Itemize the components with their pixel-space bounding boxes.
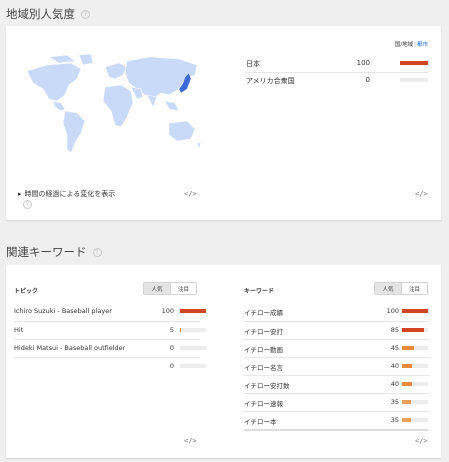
region-granularity-switch: 国/地域|都市 (395, 40, 428, 48)
keywords-sort-toggle: 人気 注目 (374, 282, 428, 295)
keyword-row-bar-fill (402, 328, 425, 332)
keyword-row-label: イチロー名言 (244, 364, 283, 372)
topic-row-label: Hideki Matsui - Baseball outfielder (14, 344, 126, 352)
topic-row-bar-track (180, 328, 206, 332)
topic-row[interactable]: Hideki Matsui - Baseball outfielder 0 (14, 339, 206, 356)
keyword-row-value: 45 (390, 344, 399, 352)
related-section-title: 関連キーワード ? (6, 244, 102, 260)
region-bar-track (400, 61, 428, 65)
keyword-row[interactable]: イチロー安打 85 (244, 321, 430, 338)
keyword-row-bar-fill (402, 382, 413, 386)
region-name: 日本 (246, 60, 260, 68)
topic-row-bar-fill (180, 309, 206, 313)
region-row[interactable]: アメリカ合衆国 0 (246, 76, 428, 88)
keyword-row-value: 40 (390, 380, 399, 388)
keyword-row-label: イチロー本 (244, 418, 277, 426)
topic-row-value: 100 (161, 307, 174, 315)
city-toggle[interactable]: 都市 (417, 42, 428, 48)
keyword-row-label: イチロー安打数 (244, 382, 290, 390)
help-icon[interactable]: ? (92, 247, 102, 257)
region-value: 100 (356, 59, 370, 67)
history-toggle[interactable]: ▸ 時間の経過による変化を表示 (18, 189, 115, 199)
related-title-text: 関連キーワード (6, 245, 87, 259)
embed-code-icon[interactable]: </> (184, 190, 197, 198)
keywords-header: キーワード (244, 288, 275, 295)
keyword-row-bar-fill (402, 364, 413, 368)
keyword-row-bar-fill (402, 400, 412, 404)
keyword-row-bar-track (402, 328, 428, 332)
keyword-row-value: 35 (390, 416, 399, 424)
topic-row-bar-track (180, 309, 206, 313)
keyword-row-bar-fill (402, 418, 412, 422)
keyword-row-value: 85 (390, 326, 399, 334)
keyword-row[interactable]: イチロー速報 35 (244, 393, 430, 410)
topic-row-bar-fill (180, 328, 182, 332)
keyword-row-bar-fill (402, 309, 428, 313)
help-icon[interactable]: ? (81, 9, 90, 19)
help-icon[interactable]: ? (23, 200, 32, 209)
keyword-row-label: イチロー安打 (244, 328, 283, 336)
country-toggle[interactable]: 国/地域 (395, 42, 413, 48)
keyword-row[interactable]: イチロー動画 45 (244, 339, 430, 356)
region-value: 0 (365, 76, 370, 84)
keyword-row[interactable]: イチロー成績 100 (244, 303, 430, 320)
topic-row-bar-track (180, 364, 206, 368)
topic-row[interactable]: 0 (14, 357, 206, 374)
keyword-row[interactable]: イチロー名言 40 (244, 357, 430, 374)
topic-row-bar-track (180, 346, 206, 350)
keyword-row-bar-track (402, 346, 428, 350)
topic-row-value: 0 (169, 344, 174, 352)
region-divider (246, 72, 428, 73)
expand-arrow-icon: ▸ (18, 190, 22, 198)
region-bar-track (400, 78, 428, 82)
keyword-row-label: イチロー速報 (244, 400, 283, 408)
world-map[interactable] (19, 49, 209, 169)
embed-code-icon[interactable]: </> (184, 437, 197, 445)
topics-header: トピック (14, 288, 39, 295)
keyword-row-bar-track (402, 364, 428, 368)
keyword-row-value: 35 (390, 398, 399, 406)
keyword-row-bar-track (402, 382, 428, 386)
related-card: トピック 人気 注目 Ichiro Suzuki - Baseball play… (6, 265, 441, 458)
embed-code-icon[interactable]: </> (415, 190, 428, 198)
topic-row[interactable]: Ichiro Suzuki - Baseball player 100 (14, 303, 206, 320)
switch-separator: | (414, 42, 416, 48)
topic-row-value: 5 (169, 326, 174, 334)
keyword-row-value: 100 (386, 307, 399, 315)
keyword-row-bar-fill (402, 346, 414, 350)
keyword-row[interactable]: イチロー本 35 (244, 411, 430, 428)
topics-popular-tab[interactable]: 人気 (144, 283, 170, 294)
keyword-row-value: 40 (390, 362, 399, 370)
region-section-title: 地域別人気度 ? (6, 6, 90, 22)
region-card: 国/地域|都市 日本 100 アメリカ合衆国 0 ▸ 時間の経過による変化を表示… (6, 26, 441, 220)
topic-row-label: Hit (14, 326, 24, 334)
keyword-row-label: イチロー成績 (244, 309, 283, 317)
topics-rising-tab[interactable]: 注目 (170, 283, 196, 294)
keyword-row-bar-track (402, 309, 428, 313)
keyword-row-bar-track (402, 418, 428, 422)
region-row[interactable]: 日本 100 (246, 59, 428, 71)
keyword-row-bar-track (402, 400, 428, 404)
keyword-row[interactable]: イチロー安打数 40 (244, 375, 430, 392)
region-name: アメリカ合衆国 (246, 77, 295, 85)
topics-sort-toggle: 人気 注目 (143, 282, 197, 295)
topic-row-label: Ichiro Suzuki - Baseball player (14, 307, 112, 315)
horizontal-scrollbar[interactable] (244, 429, 428, 431)
region-title-text: 地域別人気度 (6, 7, 75, 21)
topic-row-value: 0 (169, 362, 174, 370)
keywords-rising-tab[interactable]: 注目 (401, 283, 427, 294)
keyword-row-label: イチロー動画 (244, 346, 283, 354)
region-bar-fill (400, 61, 428, 65)
history-label: 時間の経過による変化を表示 (24, 190, 116, 198)
embed-code-icon[interactable]: </> (415, 437, 428, 445)
keywords-popular-tab[interactable]: 人気 (375, 283, 401, 294)
topic-row[interactable]: Hit 5 (14, 321, 206, 338)
